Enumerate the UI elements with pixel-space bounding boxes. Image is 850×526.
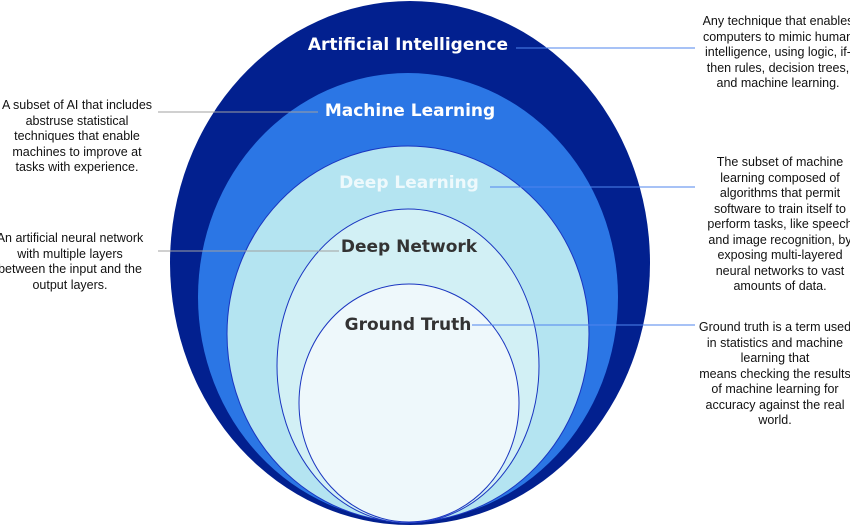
ml-label: Machine Learning [325, 101, 495, 121]
dn-label: Deep Network [341, 237, 478, 257]
ai-label: Artificial Intelligence [308, 35, 508, 55]
ai-description: Any technique that enables computers to … [702, 14, 850, 90]
dn-description: An artificial neural network with multip… [0, 231, 144, 292]
dl-description: The subset of machine learning composed … [707, 155, 850, 293]
gt-description: Ground truth is a term used in statistic… [698, 320, 850, 427]
dl-label: Deep Learning [339, 173, 479, 193]
ml-description: A subset of AI that includes abstruse st… [1, 98, 153, 174]
gt-label: Ground Truth [345, 315, 472, 335]
